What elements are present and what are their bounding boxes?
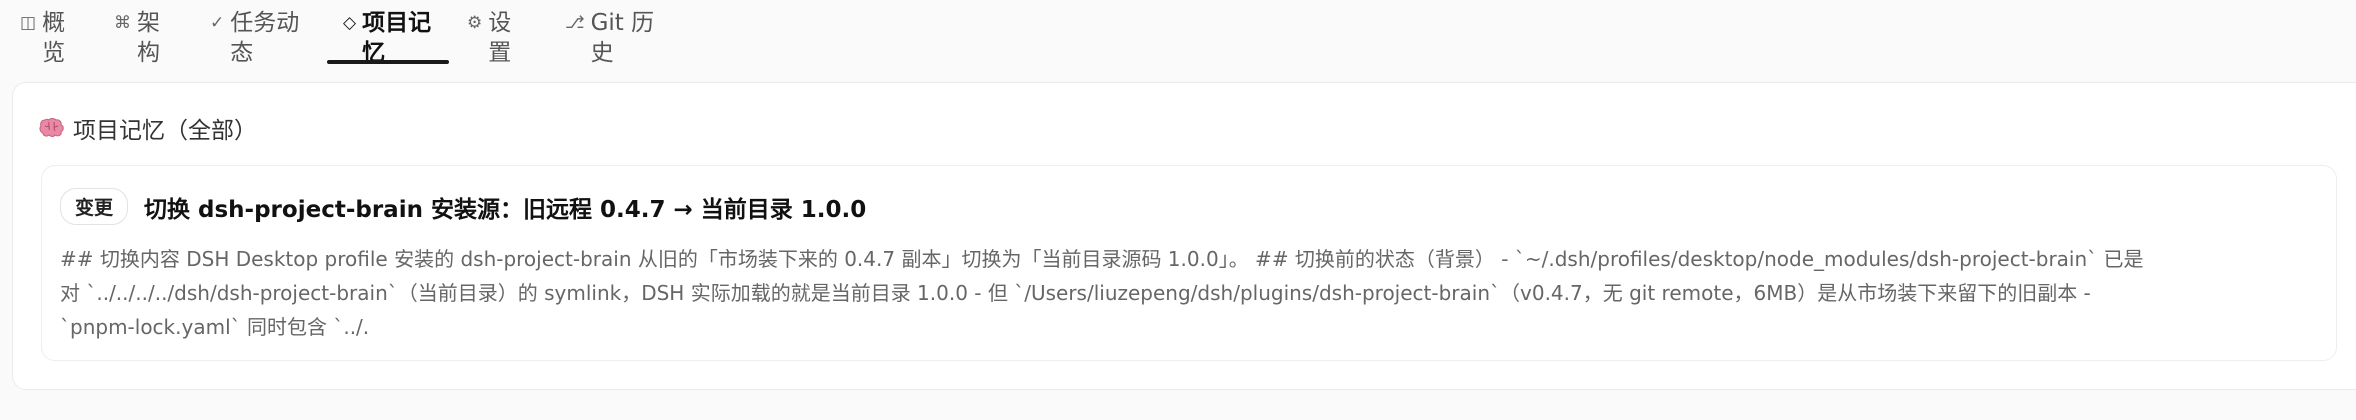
tab-label: Git 历史 bbox=[590, 10, 655, 66]
panel-heading: 项目记忆（全部） bbox=[39, 111, 257, 145]
tab-git-history[interactable]: ⎇ Git 历史 bbox=[565, 0, 675, 66]
tab-label: 设置 bbox=[488, 10, 512, 66]
category-badge: 变更 bbox=[60, 188, 129, 225]
memory-card[interactable]: 变更 切换 dsh-project-brain 安装源：旧远程 0.4.7 → … bbox=[41, 165, 2337, 361]
check-icon: ✓ bbox=[210, 13, 225, 33]
diamond-icon: ◇ bbox=[343, 13, 357, 33]
tab-overview[interactable]: ◫ 概览 bbox=[20, 0, 78, 66]
memory-title: 切换 dsh-project-brain 安装源：旧远程 0.4.7 → 当前目… bbox=[144, 196, 867, 223]
panel-title: 项目记忆（全部） bbox=[73, 118, 257, 144]
gear-icon: ⚙ bbox=[467, 13, 483, 33]
tab-settings[interactable]: ⚙ 设置 bbox=[467, 0, 531, 66]
memory-panel: 项目记忆（全部） 变更 切换 dsh-project-brain 安装源：旧远程… bbox=[12, 82, 2356, 390]
tab-label: 项目记忆 bbox=[362, 10, 432, 66]
brain-icon bbox=[39, 118, 64, 137]
memory-content-line: `pnpm-lock.yaml` 同时包含 `../. bbox=[60, 315, 370, 339]
memory-content-line: 对 `../../../../dsh/dsh-project-brain`（当前… bbox=[60, 281, 2091, 305]
memory-content-line: ## 切换内容 DSH Desktop profile 安装的 dsh-proj… bbox=[60, 247, 2144, 271]
tab-label: 架构 bbox=[137, 10, 160, 66]
memory-content: ## 切换内容 DSH Desktop profile 安装的 dsh-proj… bbox=[60, 242, 2310, 344]
tab-task-activity[interactable]: ✓ 任务动态 bbox=[210, 0, 308, 66]
tab-architecture[interactable]: ⌘ 架构 bbox=[114, 0, 174, 66]
overview-icon: ◫ bbox=[20, 13, 37, 33]
tab-project-memory[interactable]: ◇ 项目记忆 bbox=[327, 0, 449, 66]
tab-label: 任务动态 bbox=[230, 10, 300, 66]
tab-label: 概览 bbox=[42, 10, 66, 66]
tab-bar: ◫ 概览 ⌘ 架构 ✓ 任务动态 ◇ 项目记忆 ⚙ 设置 ⎇ Git 历史 bbox=[0, 0, 675, 66]
memory-card-header: 变更 切换 dsh-project-brain 安装源：旧远程 0.4.7 → … bbox=[60, 188, 866, 225]
git-branch-icon: ⎇ bbox=[565, 13, 585, 33]
command-icon: ⌘ bbox=[114, 13, 131, 33]
